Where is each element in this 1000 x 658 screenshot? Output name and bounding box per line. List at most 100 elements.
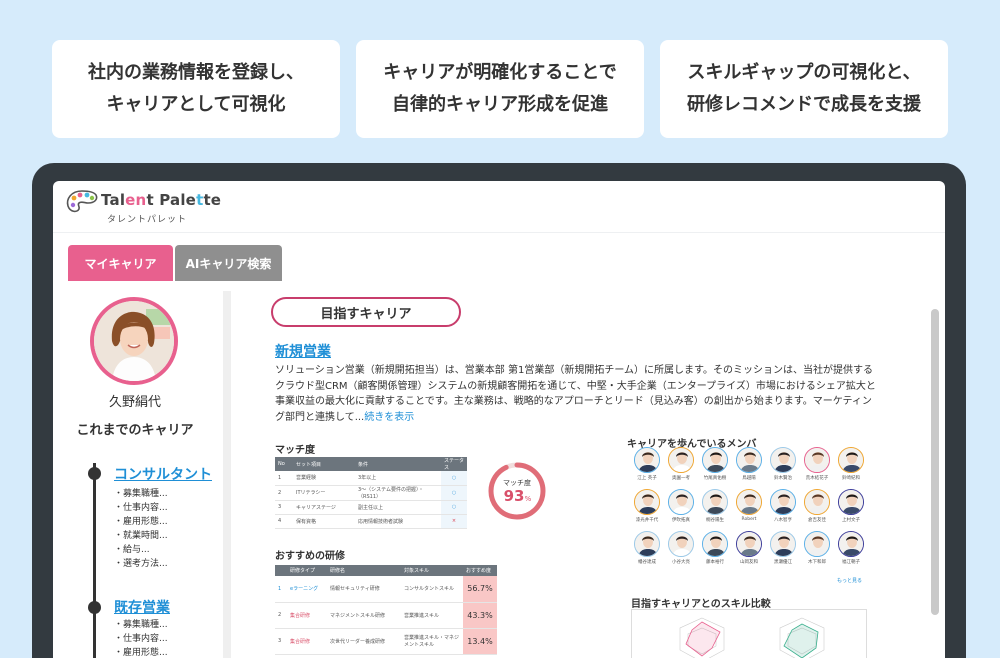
member-item[interactable]: 木下和郎 <box>801 531 833 565</box>
member-avatar <box>668 531 694 557</box>
member-item[interactable]: 鈴崎紀和 <box>835 447 867 481</box>
table-row: 4 保有資格 応用情報技術者試験 × <box>275 514 467 529</box>
member-item[interactable]: 荒木結花子 <box>801 447 833 481</box>
member-item[interactable]: 八木智亨 <box>767 489 799 523</box>
member-avatar <box>634 531 660 557</box>
member-avatar <box>770 489 796 515</box>
member-item[interactable]: 黒瀬優江 <box>767 531 799 565</box>
member-item[interactable]: 藤本裕行 <box>699 531 731 565</box>
member-name: 福江朝子 <box>842 560 860 565</box>
member-grid: 江上 英子 奥園一考 竹尾真佑樹 鳥越陽 鈴木賢治 荒木結花子 鈴崎紀和漆光井千代 伊吹拓真 桐… <box>631 447 871 587</box>
member-name: 奥園一考 <box>672 476 690 481</box>
member-avatar <box>634 447 660 473</box>
member-name: 漆光井千代 <box>635 518 659 523</box>
member-name: 鳥越陽 <box>742 476 756 481</box>
member-item[interactable]: 鳥越陽 <box>733 447 765 481</box>
avatar[interactable] <box>90 297 178 385</box>
member-item[interactable]: 鈴木賢治 <box>767 447 799 481</box>
goal-career-heading: 目指すキャリア <box>271 297 461 327</box>
member-avatar <box>838 489 864 515</box>
member-item[interactable]: 小谷大亮 <box>665 531 697 565</box>
more-members-link[interactable]: もっと見る <box>837 577 862 584</box>
member-avatar <box>668 489 694 515</box>
member-avatar <box>804 489 830 515</box>
member-item[interactable]: 竹尾真佑樹 <box>699 447 731 481</box>
member-avatar <box>736 489 762 515</box>
member-item[interactable]: 山岡友和 <box>733 531 765 565</box>
member-item[interactable]: 上村文子 <box>835 489 867 523</box>
member-name: 倉吉友佳 <box>808 518 826 523</box>
career-item-details: ・募集職種... ・仕事内容... ・雇用形態... <box>114 620 168 658</box>
member-avatar <box>736 531 762 557</box>
profile-name: 久野絹代 <box>108 395 161 410</box>
member-item[interactable]: 桐谷陽生 <box>699 489 731 523</box>
feature-box-2: キャリアが明確化することで 自律的キャリア形成を促進 <box>356 40 644 138</box>
member-avatar <box>702 489 728 515</box>
avatar-photo-icon <box>94 301 174 381</box>
match-title: マッチ度 <box>275 445 315 456</box>
read-more-link[interactable]: 続きを表示 <box>364 412 414 423</box>
app-header: Talent Palette タレントパレット <box>53 181 945 233</box>
skill-compare-title: 目指すキャリアとのスキル比較 <box>631 599 771 610</box>
match-table: No セット項目 条件 ステータス 1 営業経験 3年以上 ○ 2 ITリテラシー 3〜（… <box>275 457 467 529</box>
member-item[interactable]: 江上 英子 <box>631 447 663 481</box>
member-avatar <box>770 447 796 473</box>
member-name: 幡谷達成 <box>638 560 656 565</box>
member-name: Robert <box>741 517 757 522</box>
timeline-dot <box>88 601 101 614</box>
goal-job-description: ソリューション営業（新規開拓担当）は、営業本部 第1営業部（新規開拓チーム）に所… <box>275 365 876 423</box>
member-name: 黒瀬優江 <box>774 560 792 565</box>
main-content: 目指すキャリア 新規営業 ソリューション営業（新規開拓担当）は、営業本部 第1営… <box>249 291 929 658</box>
recommend-title: おすすめの研修 <box>275 551 345 562</box>
member-avatar <box>770 531 796 557</box>
member-item[interactable]: 福江朝子 <box>835 531 867 565</box>
tab-ai-career-search[interactable]: AIキャリア検索 <box>175 245 282 281</box>
career-item-details: ・募集職種... ・仕事内容... ・雇用形態... ・就業時間... ・給与.… <box>114 489 168 569</box>
member-name: 木下和郎 <box>808 560 826 565</box>
main-scrollbar[interactable] <box>931 309 939 615</box>
tab-my-career[interactable]: マイキャリア <box>68 245 173 281</box>
match-gauge: マッチ度 93 % <box>488 462 546 520</box>
career-item-title[interactable]: コンサルタント <box>114 464 212 484</box>
member-name: 桐谷陽生 <box>706 518 724 523</box>
table-row: 2 ITリテラシー 3〜（システム要件の把握）・（RS11） ○ <box>275 485 467 501</box>
career-timeline-line <box>93 463 96 658</box>
career-item-title[interactable]: 既存営業 <box>114 597 170 617</box>
member-item[interactable]: 幡谷達成 <box>631 531 663 565</box>
app-screen: Talent Palette タレントパレット マイキャリア AIキャリア検索 … <box>53 181 945 658</box>
logo-subtitle: タレントパレット <box>107 215 188 225</box>
feature-3-line1: スキルギャップの可視化と、 <box>687 62 921 83</box>
member-avatar <box>838 447 864 473</box>
member-avatar <box>736 447 762 473</box>
table-row[interactable]: 1 eラーニング 情報セキュリティ研修 コンサルタントスキル 56.7% <box>275 576 497 603</box>
member-name: 八木智亨 <box>774 518 792 523</box>
feature-box-1: 社内の業務情報を登録し、 キャリアとして可視化 <box>52 40 340 138</box>
recommend-table: 研修タイプ 研修名 対象スキル おすすめ度 1 eラーニング 情報セキュリティ研修コ… <box>275 565 497 655</box>
member-name: 伊吹拓真 <box>672 518 690 523</box>
member-item[interactable]: 奥園一考 <box>665 447 697 481</box>
goal-job-title[interactable]: 新規営業 <box>275 341 331 361</box>
member-item[interactable]: 倉吉友佳 <box>801 489 833 523</box>
skill-radar-panel <box>631 609 867 658</box>
member-item[interactable]: 伊吹拓真 <box>665 489 697 523</box>
table-row[interactable]: 2 集合研修 マネジメントスキル研修 営業推進スキル 43.3% <box>275 602 497 629</box>
member-avatar <box>634 489 660 515</box>
feature-box-3: スキルギャップの可視化と、 研修レコメンドで成長を支援 <box>660 40 948 138</box>
member-name: 山岡友和 <box>740 560 758 565</box>
member-name: 上村文子 <box>842 518 860 523</box>
career-history-heading: これまでのキャリア <box>76 423 194 438</box>
feature-2-line1: キャリアが明確化することで <box>383 62 617 83</box>
table-row[interactable]: 3 集合研修 次世代リーダー養成研修 営業推進スキル・マネジメントスキル 13.4% <box>275 628 497 655</box>
member-name: 江上 英子 <box>637 476 657 481</box>
member-item[interactable]: Robert <box>733 489 765 522</box>
member-avatar <box>668 447 694 473</box>
sidebar-scrollbar[interactable] <box>223 291 231 658</box>
member-avatar <box>804 531 830 557</box>
logo-text: Talent Palette <box>101 191 222 209</box>
member-avatar <box>804 447 830 473</box>
member-item[interactable]: 漆光井千代 <box>631 489 663 523</box>
member-name: 藤本裕行 <box>706 560 724 565</box>
member-name: 鈴崎紀和 <box>842 476 860 481</box>
member-name: 小谷大亮 <box>672 560 690 565</box>
table-row: 1 営業経験 3年以上 ○ <box>275 471 467 486</box>
